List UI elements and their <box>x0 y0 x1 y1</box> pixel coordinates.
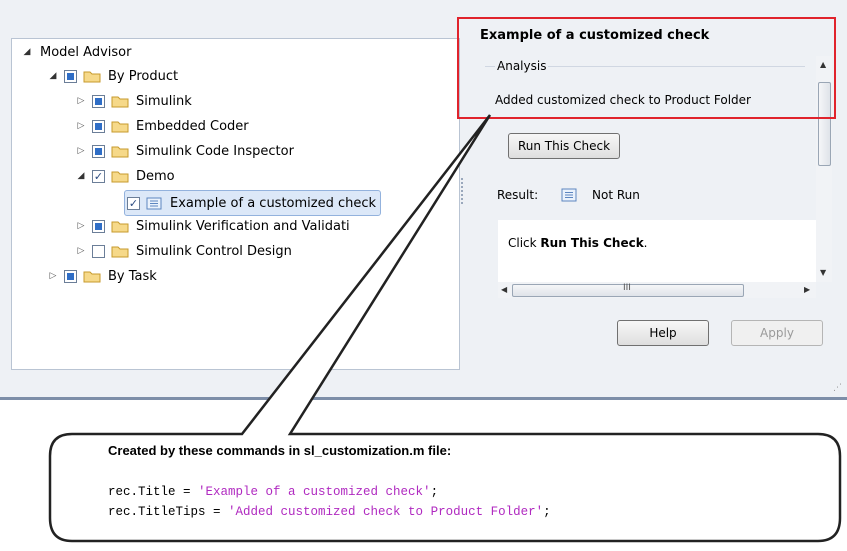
code-line-2: rec.TitleTips = 'Added customized check … <box>108 505 551 519</box>
callout-heading: Created by these commands in sl_customiz… <box>108 443 452 458</box>
code-line-1: rec.Title = 'Example of a customized che… <box>108 485 439 499</box>
speech-bubble-callout <box>48 114 842 543</box>
